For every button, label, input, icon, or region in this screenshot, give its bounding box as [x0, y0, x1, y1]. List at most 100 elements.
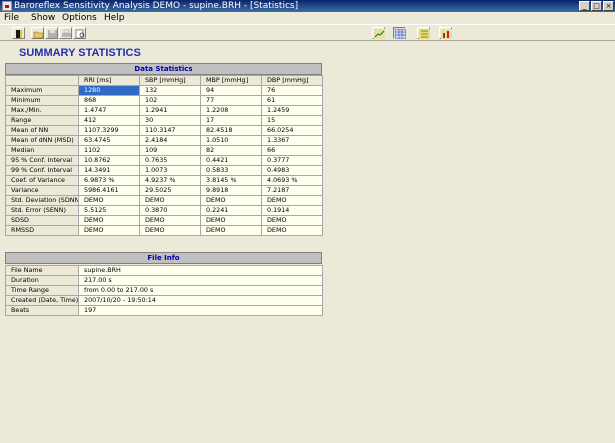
- title-bar: Baroreflex Sensitivity Analysis DEMO - s…: [0, 0, 615, 12]
- table-cell[interactable]: 0.4421: [200, 155, 262, 166]
- table-cell[interactable]: 0.1914: [261, 205, 323, 216]
- table-row: Maximum 1280 132 94 76: [5, 85, 323, 96]
- table-row: 99 % Conf. Interval 14.3491 1.0073 0.5833 0.…: [5, 165, 323, 176]
- table-cell[interactable]: 10.8762: [78, 155, 140, 166]
- table-cell[interactable]: DEMO: [78, 195, 140, 206]
- table-cell[interactable]: 7.2187: [261, 185, 323, 196]
- table-cell[interactable]: 0.3870: [139, 205, 201, 216]
- table-cell[interactable]: 0.2241: [200, 205, 262, 216]
- table-cell[interactable]: 66: [261, 145, 323, 156]
- table-cell[interactable]: DEMO: [78, 215, 140, 226]
- bar-chart-view-button[interactable]: [439, 27, 452, 39]
- table-cell[interactable]: 2.4184: [139, 135, 201, 146]
- table-cell[interactable]: 1.0073: [139, 165, 201, 176]
- column-header[interactable]: SBP [mmHg]: [139, 75, 201, 86]
- table-cell[interactable]: 102: [139, 95, 201, 106]
- open-button[interactable]: [31, 27, 44, 39]
- toolbar: [0, 24, 615, 41]
- table-cell[interactable]: 0.7635: [139, 155, 201, 166]
- save-button[interactable]: [45, 27, 58, 39]
- info-label: Created (Date, Time): [5, 295, 79, 306]
- table-cell[interactable]: 0.3777: [261, 155, 323, 166]
- print-preview-button[interactable]: [73, 27, 86, 39]
- table-cell[interactable]: DEMO: [78, 225, 140, 236]
- menu-show[interactable]: Show: [31, 12, 55, 24]
- table-cell[interactable]: 76: [261, 85, 323, 96]
- info-label: File Name: [5, 265, 79, 276]
- statistics-view-button[interactable]: [393, 27, 406, 39]
- table-cell[interactable]: 868: [78, 95, 140, 106]
- table-cell[interactable]: DEMO: [139, 215, 201, 226]
- table-row: Std. Deviation (SDNN) DEMO DEMO DEMO DEMO: [5, 195, 323, 206]
- menu-options[interactable]: Options: [62, 12, 97, 24]
- table-cell[interactable]: 110.3147: [139, 125, 201, 136]
- table-cell[interactable]: 77: [200, 95, 262, 106]
- table-cell[interactable]: 1107.3299: [78, 125, 140, 136]
- table-cell[interactable]: 63.4745: [78, 135, 140, 146]
- minimize-button[interactable]: _: [579, 1, 590, 11]
- selected-cell[interactable]: 1280: [78, 85, 140, 96]
- file-info-header: File Info: [5, 252, 322, 264]
- row-label: Coef. of Variance: [5, 175, 79, 186]
- open-folder-icon: [33, 31, 44, 39]
- info-row: Time Range from 0.00 to 217.00 s: [5, 285, 323, 296]
- app-icon: [2, 1, 12, 11]
- table-cell[interactable]: 0.5833: [200, 165, 262, 176]
- column-header[interactable]: MBP [mmHg]: [200, 75, 262, 86]
- table-cell[interactable]: 9.8918: [200, 185, 262, 196]
- table-cell[interactable]: DEMO: [200, 195, 262, 206]
- menu-file[interactable]: File: [4, 12, 19, 24]
- table-cell[interactable]: 3.8145 %: [200, 175, 262, 186]
- column-header[interactable]: RRI [ms]: [78, 75, 140, 86]
- table-row: 95 % Conf. Interval 10.8762 0.7635 0.4421 0.…: [5, 155, 323, 166]
- table-cell[interactable]: 82.4518: [200, 125, 262, 136]
- row-label: Median: [5, 145, 79, 156]
- table-row: Max./Min. 1.4747 1.2941 1.2208 1.2459: [5, 105, 323, 116]
- table-cell[interactable]: 66.0254: [261, 125, 323, 136]
- table-cell[interactable]: 4.9237 %: [139, 175, 201, 186]
- table-cell[interactable]: 1.2208: [200, 105, 262, 116]
- table-cell[interactable]: 132: [139, 85, 201, 96]
- table-cell[interactable]: 4.0693 %: [261, 175, 323, 186]
- line-chart-view-button[interactable]: [372, 27, 385, 39]
- table-cell[interactable]: 29.5025: [139, 185, 201, 196]
- print-button[interactable]: [59, 27, 72, 39]
- table-cell[interactable]: 1.3367: [261, 135, 323, 146]
- table-cell[interactable]: 14.3491: [78, 165, 140, 176]
- table-cell[interactable]: 1.2459: [261, 105, 323, 116]
- table-cell[interactable]: 94: [200, 85, 262, 96]
- table-cell[interactable]: 412: [78, 115, 140, 126]
- table-cell[interactable]: 61: [261, 95, 323, 106]
- grid-view-button[interactable]: [417, 27, 430, 39]
- row-label: 99 % Conf. Interval: [5, 165, 79, 176]
- table-cell[interactable]: 0.4983: [261, 165, 323, 176]
- table-cell[interactable]: 17: [200, 115, 262, 126]
- table-cell[interactable]: 1.2941: [139, 105, 201, 116]
- table-cell[interactable]: 1.4747: [78, 105, 140, 116]
- maximize-button[interactable]: □: [591, 1, 602, 11]
- table-cell[interactable]: 5986.4161: [78, 185, 140, 196]
- info-row: Duration 217.00 s: [5, 275, 323, 286]
- table-cell[interactable]: DEMO: [200, 225, 262, 236]
- table-cell[interactable]: DEMO: [200, 215, 262, 226]
- table-cell[interactable]: 30: [139, 115, 201, 126]
- exit-button[interactable]: [12, 27, 25, 39]
- table-cell[interactable]: 82: [200, 145, 262, 156]
- table-cell[interactable]: 6.9873 %: [78, 175, 140, 186]
- menu-help[interactable]: Help: [104, 12, 125, 24]
- row-label: Std. Deviation (SDNN): [5, 195, 79, 206]
- row-label: Std. Error (SENN): [5, 205, 79, 216]
- table-cell[interactable]: DEMO: [139, 195, 201, 206]
- table-cell[interactable]: 1.0510: [200, 135, 262, 146]
- table-cell[interactable]: 5.5125: [78, 205, 140, 216]
- table-cell[interactable]: DEMO: [139, 225, 201, 236]
- table-cell[interactable]: 15: [261, 115, 323, 126]
- table-cell[interactable]: DEMO: [261, 215, 323, 226]
- table-cell[interactable]: DEMO: [261, 195, 323, 206]
- close-button[interactable]: ×: [603, 1, 614, 11]
- table-cell[interactable]: 1102: [78, 145, 140, 156]
- row-label: Mean of dNN (MSD): [5, 135, 79, 146]
- table-cell[interactable]: DEMO: [261, 225, 323, 236]
- column-header[interactable]: DBP [mmHg]: [261, 75, 323, 86]
- table-cell[interactable]: 109: [139, 145, 201, 156]
